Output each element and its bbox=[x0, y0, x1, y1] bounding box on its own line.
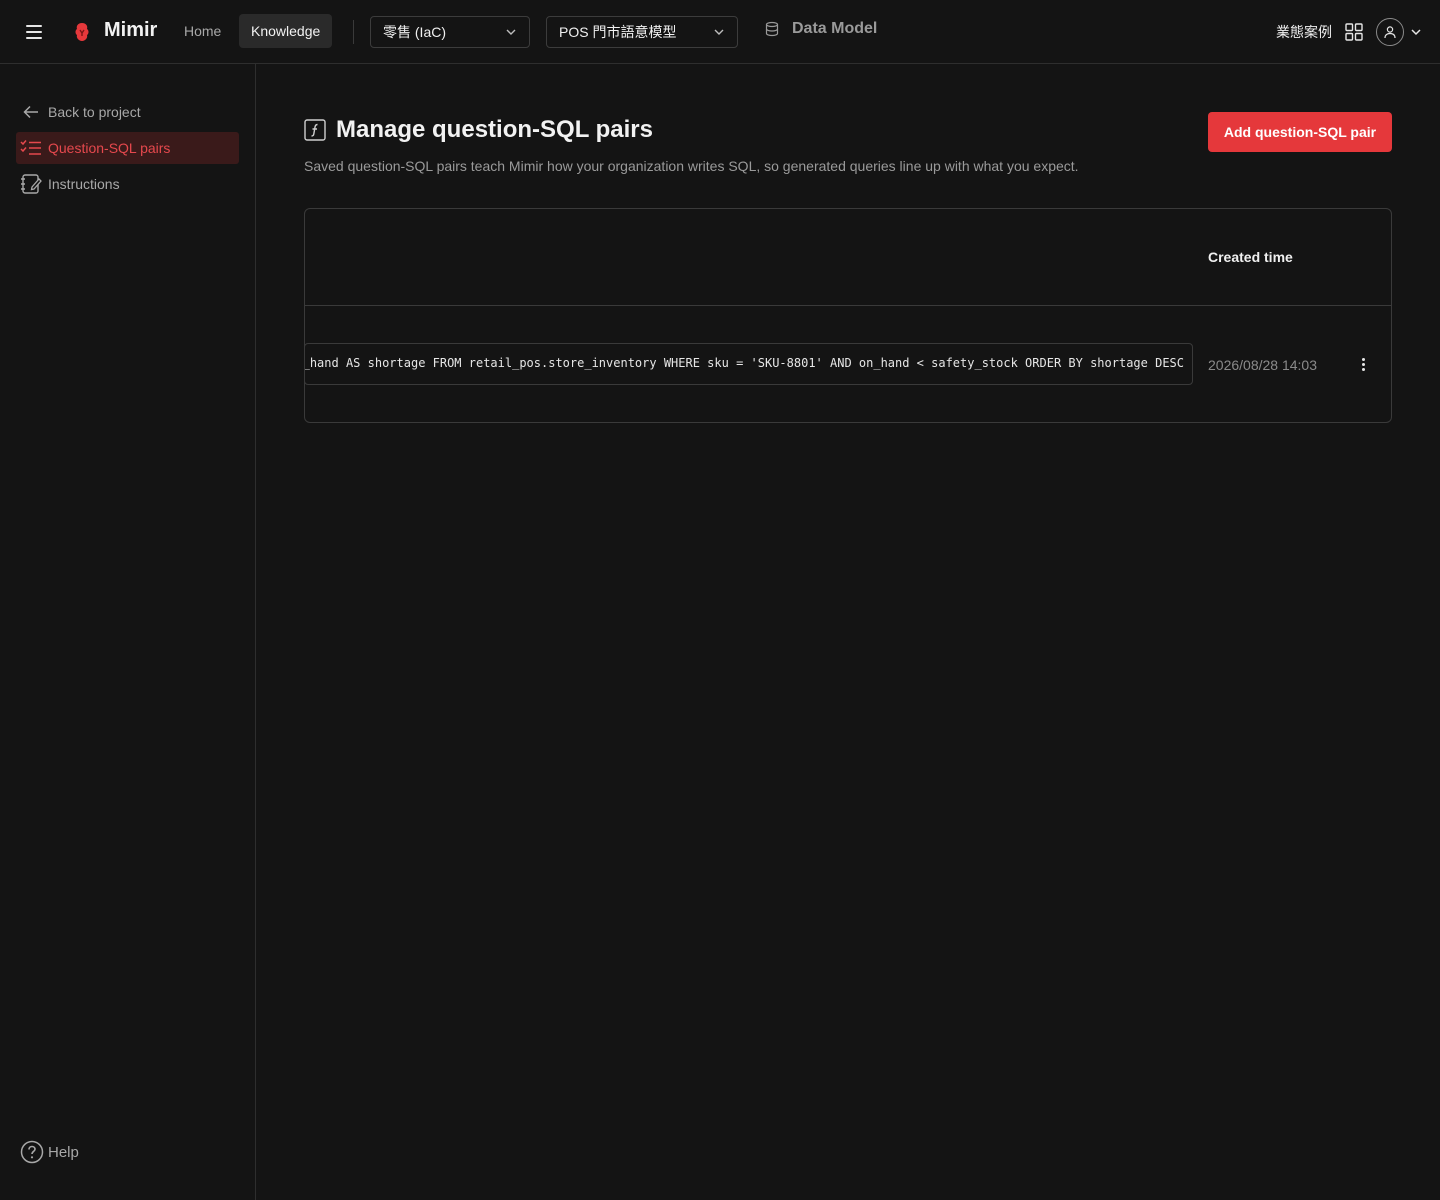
back-to-project-label: Back to project bbox=[48, 104, 141, 120]
database-icon bbox=[765, 21, 779, 37]
notebook-edit-icon bbox=[20, 173, 42, 195]
main-content: Manage question-SQL pairs Saved question… bbox=[256, 64, 1440, 1200]
sidebar: Back to project Question-SQL pairs Instr… bbox=[0, 64, 256, 1200]
back-to-project-link[interactable]: Back to project bbox=[16, 96, 239, 128]
top-bar: Mimir Home Knowledge 零售 (IaC) POS 門市語意模型… bbox=[0, 0, 1440, 64]
industry-select-value: 零售 (IaC) bbox=[383, 24, 446, 40]
created-time-cell: 2026/08/28 14:03 bbox=[1208, 357, 1317, 373]
help-label: Help bbox=[48, 1143, 79, 1161]
function-icon bbox=[304, 119, 326, 141]
sidebar-item-instructions[interactable]: Instructions bbox=[16, 168, 239, 200]
brand-name[interactable]: Mimir bbox=[104, 19, 157, 42]
model-select[interactable]: POS 門市語意模型 bbox=[546, 16, 738, 48]
business-cases-link[interactable]: 業態案例 bbox=[1276, 22, 1332, 42]
sidebar-item-label: Instructions bbox=[48, 176, 120, 192]
industry-select[interactable]: 零售 (IaC) bbox=[370, 16, 530, 48]
more-options-icon[interactable] bbox=[1353, 354, 1373, 374]
data-model-link[interactable]: Data Model bbox=[764, 20, 877, 38]
sidebar-item-label: Question-SQL pairs bbox=[48, 140, 171, 156]
page-header: Manage question-SQL pairs bbox=[304, 116, 653, 144]
add-question-sql-pair-button[interactable]: Add question-SQL pair bbox=[1208, 112, 1392, 152]
chevron-down-icon[interactable] bbox=[1410, 26, 1422, 38]
mimir-logo bbox=[75, 23, 89, 41]
avatar[interactable] bbox=[1376, 18, 1404, 46]
page-subtitle: Saved question-SQL pairs teach Mimir how… bbox=[304, 158, 1079, 174]
nav-home[interactable]: Home bbox=[174, 14, 231, 48]
help-icon bbox=[20, 1140, 44, 1164]
help-link[interactable]: Help bbox=[20, 1140, 79, 1164]
chevron-down-icon bbox=[506, 29, 516, 35]
page-title: Manage question-SQL pairs bbox=[336, 116, 653, 143]
table-row: _hand AS shortage FROM retail_pos.store_… bbox=[304, 306, 1391, 422]
table-header: Created time bbox=[305, 209, 1391, 306]
sidebar-item-question-sql-pairs[interactable]: Question-SQL pairs bbox=[16, 132, 239, 164]
sql-text: _hand AS shortage FROM retail_pos.store_… bbox=[304, 356, 1184, 370]
arrow-left-icon bbox=[20, 101, 42, 123]
nav-divider bbox=[353, 20, 354, 44]
menu-icon[interactable] bbox=[22, 20, 46, 44]
user-icon bbox=[1384, 26, 1396, 39]
sql-cell[interactable]: _hand AS shortage FROM retail_pos.store_… bbox=[304, 343, 1193, 385]
question-sql-table: Created time _hand AS shortage FROM reta… bbox=[304, 208, 1392, 423]
chevron-down-icon bbox=[714, 29, 724, 35]
apps-grid-icon[interactable] bbox=[1345, 23, 1363, 41]
nav-knowledge[interactable]: Knowledge bbox=[239, 14, 333, 48]
checklist-icon bbox=[20, 137, 42, 159]
model-select-value: POS 門市語意模型 bbox=[559, 24, 677, 40]
column-header-created-time[interactable]: Created time bbox=[1208, 249, 1293, 265]
data-model-label: Data Model bbox=[792, 20, 878, 37]
